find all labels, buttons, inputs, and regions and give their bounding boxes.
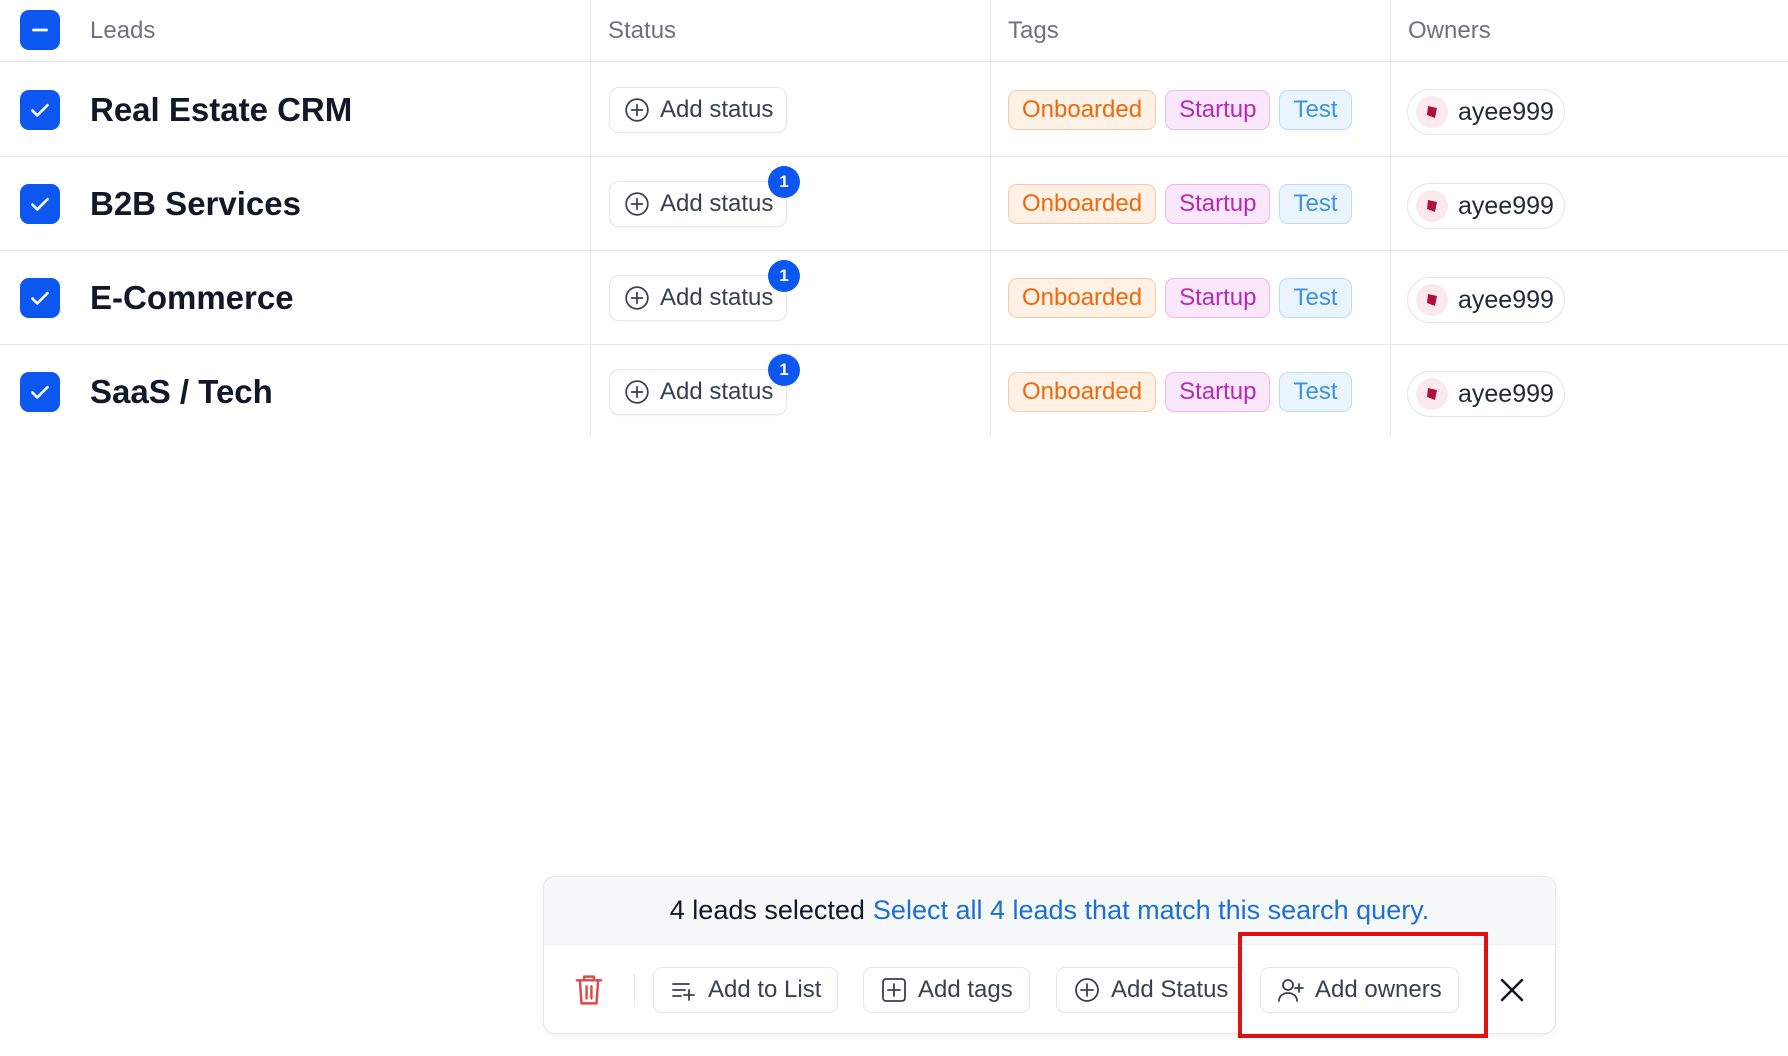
owner-name: ayee999 (1458, 285, 1554, 314)
owner-chip[interactable]: ayee999 (1407, 183, 1565, 229)
row-checkbox[interactable] (20, 184, 60, 224)
avatar (1416, 190, 1448, 222)
add-tags-label: Add tags (918, 976, 1013, 1003)
lead-name[interactable]: SaaS / Tech (90, 345, 273, 439)
select-all-matching-link[interactable]: Select all 4 leads that match this searc… (873, 895, 1429, 926)
close-icon[interactable] (1497, 975, 1527, 1005)
add-status-label: Add status (660, 284, 774, 311)
owner-chip[interactable]: ayee999 (1407, 277, 1565, 323)
tag-test[interactable]: Test (1279, 90, 1352, 130)
plus-circle-icon (625, 380, 649, 404)
row-checkbox[interactable] (20, 90, 60, 130)
owner-name: ayee999 (1458, 379, 1554, 408)
tag-startup[interactable]: Startup (1165, 372, 1271, 412)
selected-count-text: 4 leads selected (669, 895, 865, 925)
tag-test[interactable]: Test (1279, 372, 1352, 412)
tag-onboarded[interactable]: Onboarded (1008, 278, 1157, 318)
plus-square-icon (882, 978, 906, 1002)
table-row[interactable]: Real Estate CRM Add status Onboarded Sta… (0, 63, 1788, 157)
plus-circle-icon (1075, 978, 1099, 1002)
status-badge: 1 (768, 166, 800, 198)
avatar-logo-icon (1427, 388, 1437, 400)
select-all-checkbox[interactable] (20, 10, 60, 50)
tag-list: Onboarded Startup Test (1008, 157, 1352, 251)
table-row[interactable]: E-Commerce Add status Onboarded Startup … (0, 251, 1788, 345)
tag-startup[interactable]: Startup (1165, 184, 1271, 224)
lead-name[interactable]: B2B Services (90, 157, 301, 251)
trash-icon[interactable] (574, 973, 604, 1007)
highlight-box (1238, 932, 1488, 1038)
tag-startup[interactable]: Startup (1165, 278, 1271, 318)
add-status-label: Add status (660, 190, 774, 217)
avatar (1416, 284, 1448, 316)
tag-list: Onboarded Startup Test (1008, 345, 1352, 439)
add-status-button[interactable]: Add status (609, 181, 788, 227)
column-header-owners[interactable]: Owners (1408, 0, 1491, 62)
lead-name[interactable]: Real Estate CRM (90, 63, 352, 157)
tag-startup[interactable]: Startup (1165, 90, 1271, 130)
avatar (1416, 96, 1448, 128)
check-icon (31, 291, 49, 305)
row-checkbox[interactable] (20, 372, 60, 412)
tag-test[interactable]: Test (1279, 184, 1352, 224)
column-header-status[interactable]: Status (608, 0, 676, 62)
add-tags-button[interactable]: Add tags (863, 967, 1030, 1013)
avatar-logo-icon (1427, 106, 1437, 118)
owner-chip[interactable]: ayee999 (1407, 371, 1565, 417)
tag-test[interactable]: Test (1279, 278, 1352, 318)
table-row[interactable]: B2B Services Add status Onboarded Startu… (0, 157, 1788, 251)
tag-onboarded[interactable]: Onboarded (1008, 184, 1157, 224)
row-checkbox[interactable] (20, 278, 60, 318)
check-icon (31, 385, 49, 399)
check-icon (31, 197, 49, 211)
status-badge: 1 (768, 260, 800, 292)
tag-onboarded[interactable]: Onboarded (1008, 372, 1157, 412)
add-to-list-label: Add to List (708, 976, 822, 1003)
add-status-bulk-button[interactable]: Add Status (1056, 967, 1246, 1013)
add-status-button[interactable]: Add status (609, 369, 788, 415)
owner-chip[interactable]: ayee999 (1407, 89, 1565, 135)
tag-list: Onboarded Startup Test (1008, 251, 1352, 345)
avatar (1416, 378, 1448, 410)
table-header: Leads Status Tags Owners (0, 0, 1788, 62)
plus-circle-icon (625, 192, 649, 216)
plus-circle-icon (625, 98, 649, 122)
list-add-icon (672, 983, 695, 1001)
divider (634, 973, 635, 1007)
column-header-leads[interactable]: Leads (90, 0, 155, 62)
check-icon (31, 103, 49, 117)
add-status-bulk-label: Add Status (1111, 976, 1229, 1003)
avatar-logo-icon (1427, 200, 1437, 212)
add-status-button[interactable]: Add status (609, 275, 788, 321)
add-status-label: Add status (660, 378, 774, 405)
column-header-tags[interactable]: Tags (1008, 0, 1059, 62)
owner-name: ayee999 (1458, 97, 1554, 126)
owner-name: ayee999 (1458, 191, 1554, 220)
status-badge: 1 (768, 354, 800, 386)
minus-checkbox-icon (32, 28, 48, 32)
add-status-button[interactable]: Add status (609, 87, 788, 133)
plus-circle-icon (625, 286, 649, 310)
add-to-list-button[interactable]: Add to List (653, 967, 839, 1013)
tag-onboarded[interactable]: Onboarded (1008, 90, 1157, 130)
avatar-logo-icon (1427, 294, 1437, 306)
table-row[interactable]: SaaS / Tech Add status Onboarded Startup… (0, 345, 1788, 439)
add-status-label: Add status (660, 96, 774, 123)
lead-name[interactable]: E-Commerce (90, 251, 294, 345)
tag-list: Onboarded Startup Test (1008, 63, 1352, 157)
